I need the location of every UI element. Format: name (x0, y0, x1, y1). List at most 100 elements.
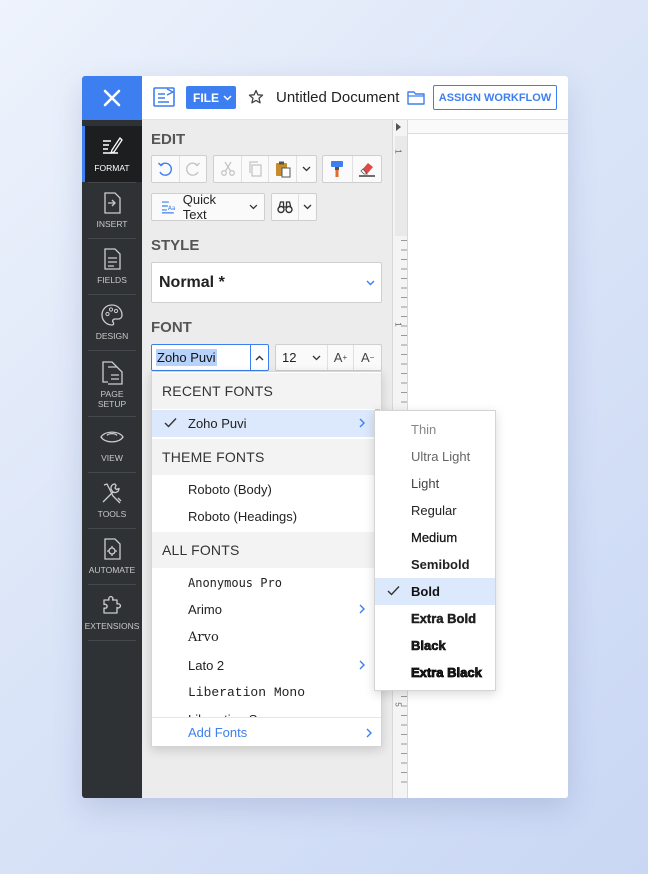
rail-design[interactable]: DESIGN (82, 294, 142, 350)
font-option-label: Zoho Puvi (188, 416, 247, 431)
folder-icon[interactable] (407, 90, 425, 105)
weight-option-semibold[interactable]: Semibold (375, 551, 495, 578)
font-size-value: 12 (282, 350, 297, 365)
star-icon[interactable] (248, 89, 264, 105)
paragraph-style-select[interactable]: Normal * (151, 262, 382, 303)
font-option-lato-2[interactable]: Lato 2 (152, 652, 381, 679)
weight-label: Light (411, 476, 440, 491)
rail-label: INSERT (96, 219, 128, 229)
weight-option-medium[interactable]: Medium (375, 524, 495, 551)
font-option-arvo[interactable]: Arvo (152, 624, 381, 651)
font-option-roboto-body[interactable]: Roboto (Body) (152, 476, 381, 503)
recent-fonts-header: RECENT FONTS (152, 373, 381, 409)
close-button[interactable] (82, 76, 142, 120)
paste-button[interactable] (269, 156, 297, 182)
font-option-label: Arvo (188, 630, 219, 645)
rail-label: VIEW (101, 453, 123, 463)
svg-text:Aa: Aa (168, 206, 176, 212)
find-group (271, 193, 317, 221)
grow-font-button[interactable]: A + (328, 345, 355, 370)
weight-label: Bold (411, 584, 440, 599)
chevron-down-icon (302, 166, 311, 172)
weight-label: Extra Black (411, 665, 483, 681)
cut-button[interactable] (214, 156, 242, 182)
rail-insert[interactable]: INSERT (82, 182, 142, 238)
undo-icon (158, 162, 173, 176)
document-title[interactable]: Untitled Document (276, 89, 399, 106)
rail-page-setup[interactable]: PAGE SETUP (82, 350, 142, 414)
quick-text-icon: Aa (161, 201, 176, 214)
eraser-icon (358, 163, 375, 177)
grow-font-label: A (333, 350, 343, 365)
format-painter-button[interactable] (323, 156, 353, 182)
font-option-arimo[interactable]: Arimo (152, 596, 381, 623)
font-dropdown-toggle[interactable] (250, 345, 268, 370)
rail-tools[interactable]: TOOLS (82, 472, 142, 528)
automate-icon (104, 538, 121, 560)
rail-label: DESIGN (95, 331, 129, 341)
rail-view[interactable]: VIEW (82, 416, 142, 472)
close-icon (103, 89, 121, 107)
weight-label: Ultra Light (411, 449, 471, 464)
font-size-select[interactable]: 12 (276, 345, 328, 370)
font-name-input[interactable]: Zoho Puvi (151, 344, 269, 371)
undo-button[interactable] (152, 156, 180, 182)
paste-options-button[interactable] (297, 156, 316, 182)
tools-icon (102, 483, 122, 504)
fields-icon (104, 248, 121, 270)
assign-workflow-button[interactable]: ASSIGN WORKFLOW (433, 85, 557, 110)
weight-option-regular[interactable]: Regular (375, 497, 495, 524)
weight-label: Extra Bold (411, 611, 477, 626)
font-option-liberation-mono[interactable]: Liberation Mono (152, 679, 381, 706)
find-options-button[interactable] (299, 194, 316, 220)
chevron-down-icon (312, 355, 321, 360)
rail-label: AUTOMATE (88, 565, 136, 575)
font-section-title: FONT (151, 319, 192, 336)
quick-text-dropdown[interactable]: Aa Quick Text (151, 192, 265, 222)
find-button[interactable] (272, 194, 300, 220)
document-icon[interactable] (153, 86, 177, 108)
font-option-label: Liberation Mono (188, 685, 306, 700)
weight-option-bold[interactable]: Bold (375, 578, 495, 605)
font-name-value: Zoho Puvi (156, 349, 217, 366)
rail-format[interactable]: FORMAT (82, 126, 142, 182)
rail-automate[interactable]: AUTOMATE (82, 528, 142, 584)
edit-section-title: EDIT (151, 131, 186, 148)
redo-icon (185, 162, 200, 176)
weight-label: Black (411, 638, 446, 654)
chevron-down-icon (223, 94, 232, 101)
rail-label: PAGE (100, 389, 124, 399)
weight-option-light[interactable]: Light (375, 470, 495, 497)
chevron-right-icon (359, 418, 365, 428)
weight-label: Medium (411, 530, 458, 545)
puzzle-icon (103, 595, 122, 614)
shrink-font-button[interactable]: A − (354, 345, 381, 370)
font-option-anonymous-pro[interactable]: Anonymous Pro (152, 569, 381, 596)
rail-extensions[interactable]: EXTENSIONS (82, 584, 142, 640)
eye-icon (100, 431, 124, 443)
file-menu-button[interactable]: FILE (186, 86, 236, 109)
quick-text-label: Quick Text (182, 192, 216, 222)
page-setup-icon (102, 361, 123, 385)
font-option-label: Lato 2 (188, 658, 225, 673)
check-icon (164, 418, 177, 428)
undo-redo-group (151, 155, 207, 183)
weight-option-extra-bold[interactable]: Extra Bold (375, 605, 495, 632)
clipboard-group (213, 155, 317, 183)
weight-option-extra-black[interactable]: Extra Black (375, 659, 495, 686)
weight-option-thin[interactable]: Thin (375, 416, 495, 443)
font-option-label: Anonymous Pro (188, 575, 282, 590)
rail-label: FIELDS (97, 275, 127, 285)
font-option-label: Arimo (188, 602, 222, 617)
redo-button[interactable] (180, 156, 207, 182)
font-option-zoho-puvi[interactable]: Zoho Puvi (152, 410, 381, 437)
clear-format-button[interactable] (353, 156, 382, 182)
rail-label: FORMAT (94, 163, 130, 173)
rail-fields[interactable]: FIELDS (82, 238, 142, 294)
scissors-icon (220, 161, 235, 176)
font-option-roboto-headings[interactable]: Roboto (Headings) (152, 503, 381, 530)
add-fonts-button[interactable]: Add Fonts (152, 717, 381, 746)
weight-option-ultra-light[interactable]: Ultra Light (375, 443, 495, 470)
copy-button[interactable] (242, 156, 269, 182)
weight-option-black[interactable]: Black (375, 632, 495, 659)
